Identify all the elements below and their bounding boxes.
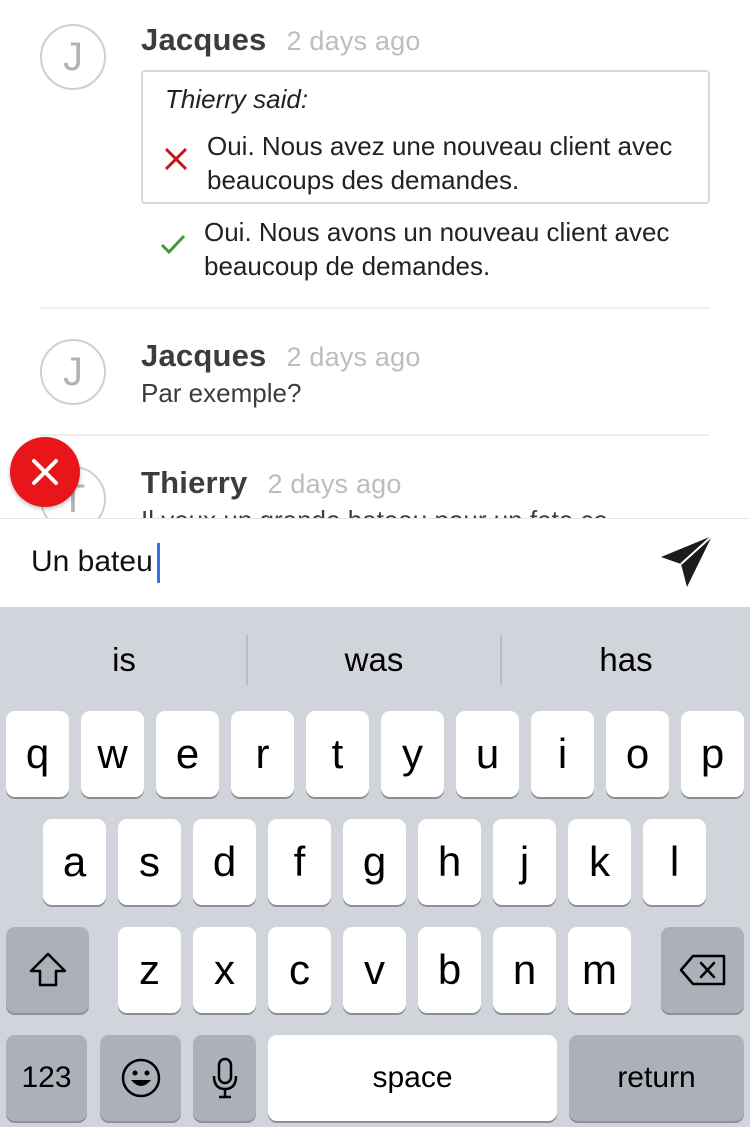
key-z[interactable]: z <box>118 927 181 1013</box>
correction-text-clip: Oui. Nous avons un nouveau client avec b… <box>141 0 710 300</box>
chat-thread[interactable]: J Jacques 2 days ago Thierry said: Oui. N… <box>0 0 750 518</box>
avatar[interactable]: J <box>40 24 106 90</box>
backspace-key[interactable] <box>661 927 744 1013</box>
key-l[interactable]: l <box>643 819 706 905</box>
key-h[interactable]: h <box>418 819 481 905</box>
key-j[interactable]: j <box>493 819 556 905</box>
backspace-icon <box>679 954 725 986</box>
key-o[interactable]: o <box>606 711 669 797</box>
key-d[interactable]: d <box>193 819 256 905</box>
microphone-icon <box>212 1057 237 1099</box>
key-i[interactable]: i <box>531 711 594 797</box>
message-divider <box>40 434 710 436</box>
key-w[interactable]: w <box>81 711 144 797</box>
correct-line-1: Oui. Nous avons un nouveau client avec <box>204 217 670 247</box>
key-n[interactable]: n <box>493 927 556 1013</box>
timestamp: 2 days ago <box>286 342 421 372</box>
message-input-value: Un bateu <box>31 544 153 578</box>
key-y[interactable]: y <box>381 711 444 797</box>
message-text: Il veux un grande bateau pour un fete ce <box>141 505 608 518</box>
keyboard: is was has q w e r t y u i o p a s d f g… <box>0 607 750 1127</box>
message-composer: Un bateu <box>0 518 750 607</box>
timestamp: 2 days ago <box>267 469 402 499</box>
close-icon <box>32 459 58 485</box>
message-header: Thierry 2 days ago <box>141 465 402 501</box>
key-f[interactable]: f <box>268 819 331 905</box>
suggestion-3[interactable]: has <box>502 607 750 713</box>
key-s[interactable]: s <box>118 819 181 905</box>
author-name: Thierry <box>141 465 248 500</box>
key-t[interactable]: t <box>306 711 369 797</box>
close-button[interactable] <box>10 437 80 507</box>
key-b[interactable]: b <box>418 927 481 1013</box>
key-k[interactable]: k <box>568 819 631 905</box>
key-c[interactable]: c <box>268 927 331 1013</box>
emoji-icon <box>121 1058 160 1098</box>
correct-line-2: beaucoup de demandes. <box>204 251 491 281</box>
key-e[interactable]: e <box>156 711 219 797</box>
shift-icon <box>29 952 66 987</box>
shift-key[interactable] <box>6 927 89 1013</box>
message-header: Jacques 2 days ago <box>141 338 421 374</box>
return-key[interactable]: return <box>569 1035 744 1121</box>
text-caret <box>156 543 160 583</box>
author-name: Jacques <box>141 338 267 373</box>
key-r[interactable]: r <box>231 711 294 797</box>
space-key[interactable]: space <box>268 1035 557 1121</box>
key-q[interactable]: q <box>6 711 69 797</box>
suggestion-2[interactable]: was <box>248 607 500 713</box>
message-input[interactable]: Un bateu <box>31 543 160 583</box>
numbers-key[interactable]: 123 <box>6 1035 87 1121</box>
message-divider <box>40 307 710 309</box>
key-x[interactable]: x <box>193 927 256 1013</box>
emoji-key[interactable] <box>100 1035 181 1121</box>
suggestion-1[interactable]: is <box>0 607 248 713</box>
microphone-key[interactable] <box>193 1035 256 1121</box>
key-a[interactable]: a <box>43 819 106 905</box>
key-u[interactable]: u <box>456 711 519 797</box>
key-g[interactable]: g <box>343 819 406 905</box>
message-text: Par exemple? <box>141 378 302 408</box>
avatar[interactable]: J <box>40 339 106 405</box>
key-v[interactable]: v <box>343 927 406 1013</box>
key-m[interactable]: m <box>568 927 631 1013</box>
key-p[interactable]: p <box>681 711 744 797</box>
send-icon[interactable] <box>658 533 716 591</box>
